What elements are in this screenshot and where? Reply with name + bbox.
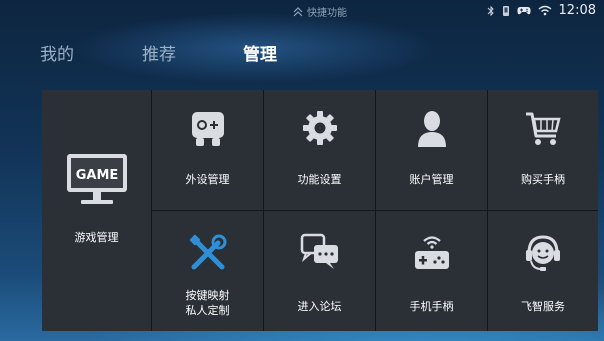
- game-monitor-text: GAME: [75, 168, 118, 183]
- tab-manage[interactable]: 管理: [243, 40, 277, 65]
- phone-icon: [502, 5, 510, 17]
- tile-function-settings-label: 功能设置: [297, 173, 342, 186]
- tile-key-mapping-label: 按键映射 私人定制: [185, 289, 230, 317]
- tile-feizhi-service-label: 飞智服务: [521, 300, 565, 313]
- status-bar: 快捷功能 12:08: [0, 0, 604, 24]
- wifi-icon: [538, 5, 552, 16]
- gear-icon: [302, 110, 338, 146]
- user-icon: [417, 110, 447, 148]
- tab-mine[interactable]: 我的: [40, 40, 74, 65]
- bluetooth-icon: [487, 5, 495, 17]
- headset-icon: [523, 233, 563, 273]
- chat-icon: [300, 233, 340, 271]
- tile-feizhi-service[interactable]: 飞智服务: [488, 211, 598, 331]
- double-chevron-up-icon: [293, 6, 303, 16]
- quick-functions-label: 快捷功能: [307, 8, 347, 19]
- quick-functions[interactable]: 快捷功能: [292, 4, 347, 19]
- tile-account-manager[interactable]: 账户管理: [376, 90, 487, 210]
- tile-buy-controller-label: 购买手柄: [521, 173, 565, 186]
- gamepad-icon: [190, 110, 226, 148]
- top-tabs: 我的 推荐 管理: [0, 36, 604, 70]
- tile-key-mapping[interactable]: 按键映射 私人定制: [152, 211, 263, 331]
- tile-game-manager-label: 游戏管理: [74, 231, 119, 244]
- tile-game-manager[interactable]: GAME 游戏管理: [42, 90, 151, 331]
- tile-peripheral-manager[interactable]: 外设管理: [152, 90, 263, 210]
- cart-icon: [524, 110, 562, 148]
- tile-forum-label: 进入论坛: [297, 300, 342, 313]
- phone-controller-icon: [412, 233, 452, 271]
- status-icons: 12:08: [480, 3, 596, 18]
- tile-phone-controller[interactable]: 手机手柄: [376, 211, 487, 331]
- tile-peripheral-manager-label: 外设管理: [185, 173, 230, 186]
- management-grid: GAME 游戏管理 外设管理 功能设置 账户管理 购买手柄 按键映射 私人定制 …: [42, 90, 598, 331]
- game-monitor-icon: GAME: [65, 152, 129, 208]
- tile-account-manager-label: 账户管理: [409, 173, 454, 186]
- tools-icon: [188, 233, 228, 273]
- tile-phone-controller-label: 手机手柄: [409, 300, 454, 313]
- tab-recommend[interactable]: 推荐: [142, 40, 176, 65]
- tile-function-settings[interactable]: 功能设置: [264, 90, 375, 210]
- clock: 12:08: [558, 3, 596, 18]
- gamepad-status-icon: [516, 6, 531, 16]
- tile-buy-controller[interactable]: 购买手柄: [488, 90, 598, 210]
- tile-forum[interactable]: 进入论坛: [264, 211, 375, 331]
